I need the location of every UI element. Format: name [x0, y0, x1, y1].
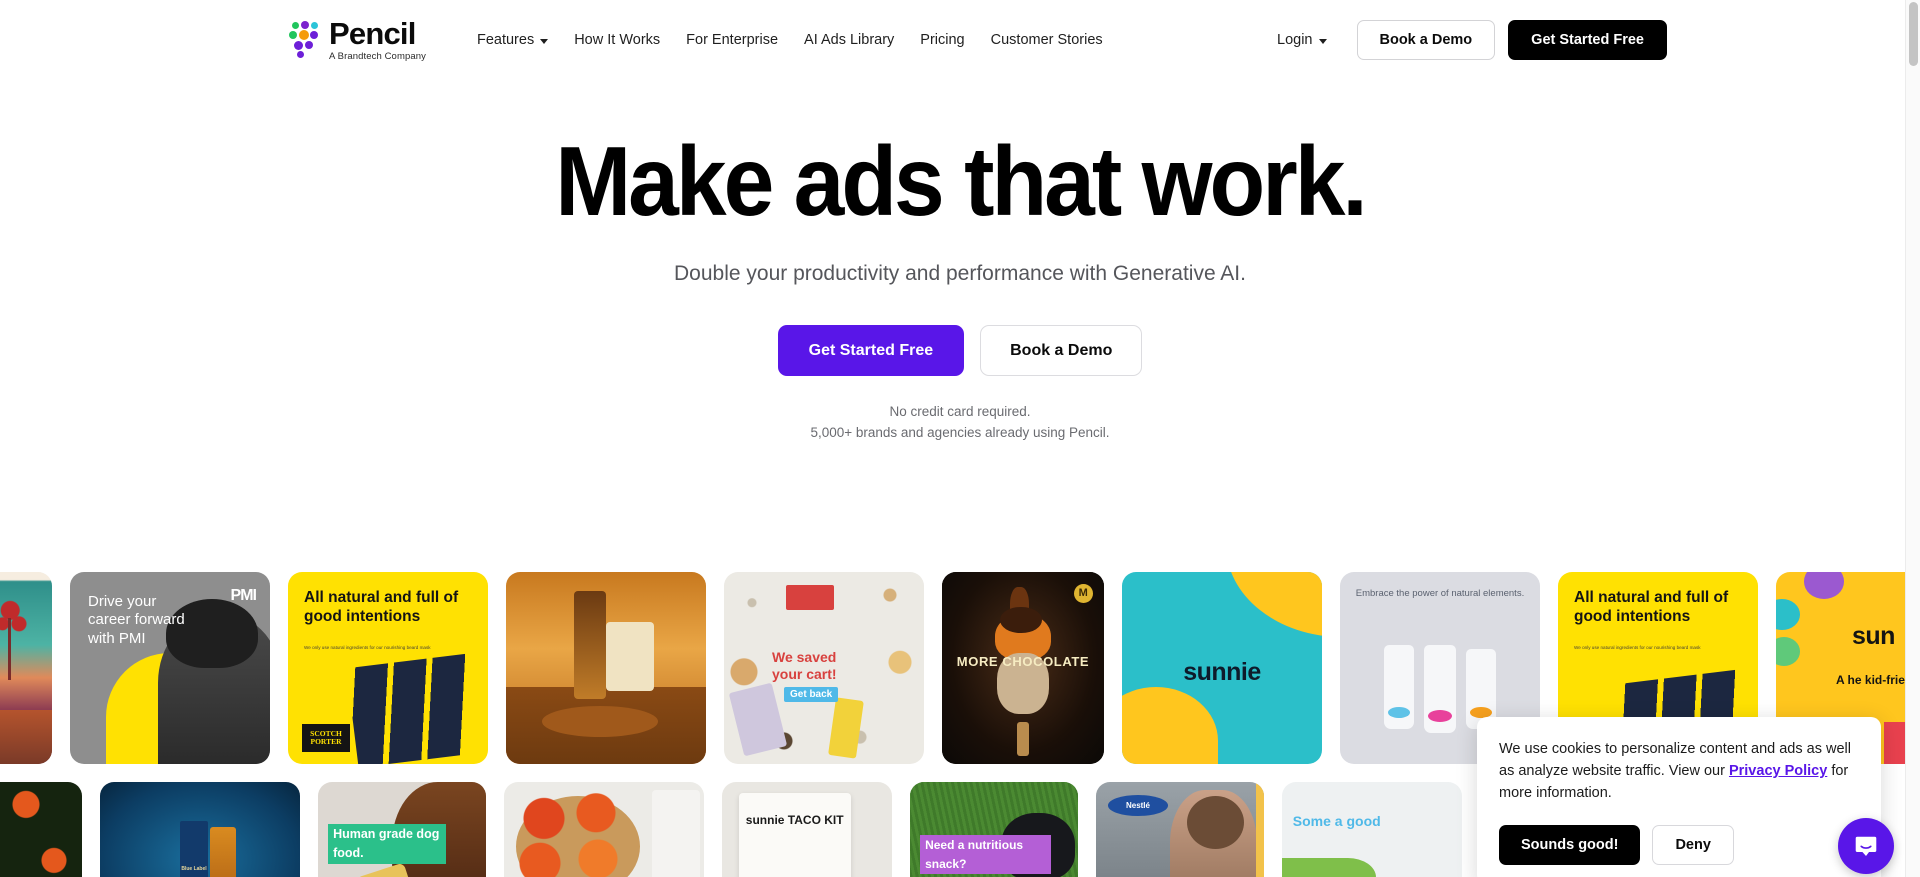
- chevron-down-icon: [1318, 38, 1327, 44]
- carousel-tile[interactable]: Need a nutritious snack?: [910, 782, 1078, 877]
- tile-headline: Need a nutritious snack?: [920, 835, 1052, 875]
- tile-headline: We saved your cart!: [772, 648, 837, 682]
- book-demo-button[interactable]: Book a Demo: [1356, 20, 1496, 60]
- carousel-tile[interactable]: Nestlé Ändra dina: [1096, 782, 1264, 877]
- hero-cta-group: Get Started Free Book a Demo: [0, 325, 1920, 376]
- main-nav: Features How It Works For Enterprise AI …: [464, 26, 1116, 54]
- header-actions: Login Book a Demo Get Started Free: [1277, 20, 1667, 60]
- tile-brand-badge: M: [1073, 583, 1093, 603]
- logo-tagline: A Brandtech Company: [329, 50, 426, 62]
- nav-item-ai-ads-library[interactable]: AI Ads Library: [791, 26, 907, 54]
- intercom-chat-button[interactable]: [1838, 818, 1894, 874]
- nav-label: Features: [476, 32, 535, 48]
- pencil-dots-icon: [289, 20, 320, 59]
- tile-headline: All natural and full of good intentions: [1574, 589, 1729, 626]
- hero-note-line1: No credit card required.: [889, 404, 1031, 419]
- carousel-tile[interactable]: Nourish your: [0, 782, 82, 877]
- tile-headline: All natural and full of good intentions: [304, 589, 459, 626]
- tile-headline: sunnie: [1183, 658, 1261, 687]
- privacy-policy-link[interactable]: Privacy Policy: [1729, 763, 1827, 779]
- tile-brand-logo: Blue Label: [181, 865, 207, 872]
- tile-cta[interactable]: Get back: [784, 687, 839, 703]
- carousel-tile[interactable]: ON.: [0, 572, 52, 764]
- nav-item-customer-stories[interactable]: Customer Stories: [978, 26, 1116, 54]
- nav-item-for-enterprise[interactable]: For Enterprise: [673, 26, 791, 54]
- carousel-tile[interactable]: We saved your cart! Get back: [724, 572, 924, 764]
- tile-headline-text: Human grade dog food.: [328, 824, 446, 864]
- tile-headline: Drive your career forward with PMI: [88, 593, 185, 647]
- hero-section: Make ads that work. Double your producti…: [0, 80, 1920, 444]
- intercom-chat-icon: [1855, 836, 1877, 856]
- tile-headline: sunnie TACO KIT: [745, 812, 844, 827]
- carousel-tile[interactable]: MORE CHOCOLATE M: [942, 572, 1104, 764]
- tile-headline: sun: [1852, 621, 1895, 650]
- logo[interactable]: Pencil A Brandtech Company: [289, 18, 426, 62]
- login-label: Login: [1277, 32, 1313, 48]
- hero-note: No credit card required. 5,000+ brands a…: [0, 402, 1920, 444]
- tile-headline: Some a good: [1292, 812, 1381, 829]
- tile-brand-logo: PMI: [230, 587, 257, 605]
- hero-get-started-free-button[interactable]: Get Started Free: [777, 325, 965, 376]
- cookie-text: We use cookies to personalize content an…: [1499, 738, 1859, 804]
- logo-wordmark: Pencil: [329, 16, 416, 52]
- cookie-consent-banner: We use cookies to personalize content an…: [1477, 717, 1881, 877]
- carousel-tile[interactable]: Blue Label: [100, 782, 300, 877]
- nav-item-features[interactable]: Features: [464, 26, 561, 54]
- site-header: Pencil A Brandtech Company Features How …: [0, 0, 1920, 80]
- scrollbar-thumb[interactable]: [1909, 2, 1918, 66]
- tile-subline: We only use natural ingredients for our …: [304, 644, 431, 650]
- tile-headline-text: Need a nutritious snack?: [920, 835, 1052, 875]
- tile-subline: We only use natural ingredients for our …: [1574, 644, 1701, 650]
- nav-item-how-it-works[interactable]: How It Works: [561, 26, 673, 54]
- hero-subtitle: Double your productivity and performance…: [674, 262, 1246, 285]
- carousel-tile[interactable]: Drive your career forward with PMI PMI: [70, 572, 270, 764]
- tile-brand-logo: SCOTCH PORTER: [302, 723, 350, 753]
- hero-note-line2: 5,000+ brands and agencies already using…: [810, 424, 1110, 440]
- carousel-tile[interactable]: Some a good: [1282, 782, 1462, 877]
- hero-book-demo-button[interactable]: Book a Demo: [980, 325, 1143, 376]
- nav-item-pricing[interactable]: Pricing: [907, 26, 977, 54]
- tile-headline: MORE CHOCOLATE: [956, 653, 1090, 669]
- carousel-tile[interactable]: sunnie TACO KIT: [722, 782, 892, 877]
- page-scrollbar[interactable]: [1905, 0, 1920, 877]
- carousel-tile[interactable]: [506, 572, 706, 764]
- tile-headline: Human grade dog food.: [328, 824, 446, 864]
- tile-headline: Embrace the power of natural elements.: [1355, 588, 1525, 600]
- logo-text: Pencil A Brandtech Company: [329, 18, 426, 62]
- chevron-down-icon: [540, 38, 549, 44]
- accept-cookies-button[interactable]: Sounds good!: [1499, 825, 1641, 866]
- page-title: Make ads that work.: [555, 126, 1368, 236]
- carousel-tile[interactable]: Human grade dog food.: [318, 782, 486, 877]
- carousel-tile[interactable]: [504, 782, 704, 877]
- deny-cookies-button[interactable]: Deny: [1652, 825, 1734, 866]
- carousel-tile[interactable]: All natural and full of good intentions …: [288, 572, 488, 764]
- cookie-buttons: Sounds good! Deny: [1499, 825, 1859, 866]
- login-menu[interactable]: Login: [1277, 32, 1327, 48]
- carousel-tile[interactable]: sunnie: [1122, 572, 1322, 764]
- get-started-free-button[interactable]: Get Started Free: [1508, 20, 1667, 60]
- tile-brand-logo: Nestlé: [1107, 794, 1169, 816]
